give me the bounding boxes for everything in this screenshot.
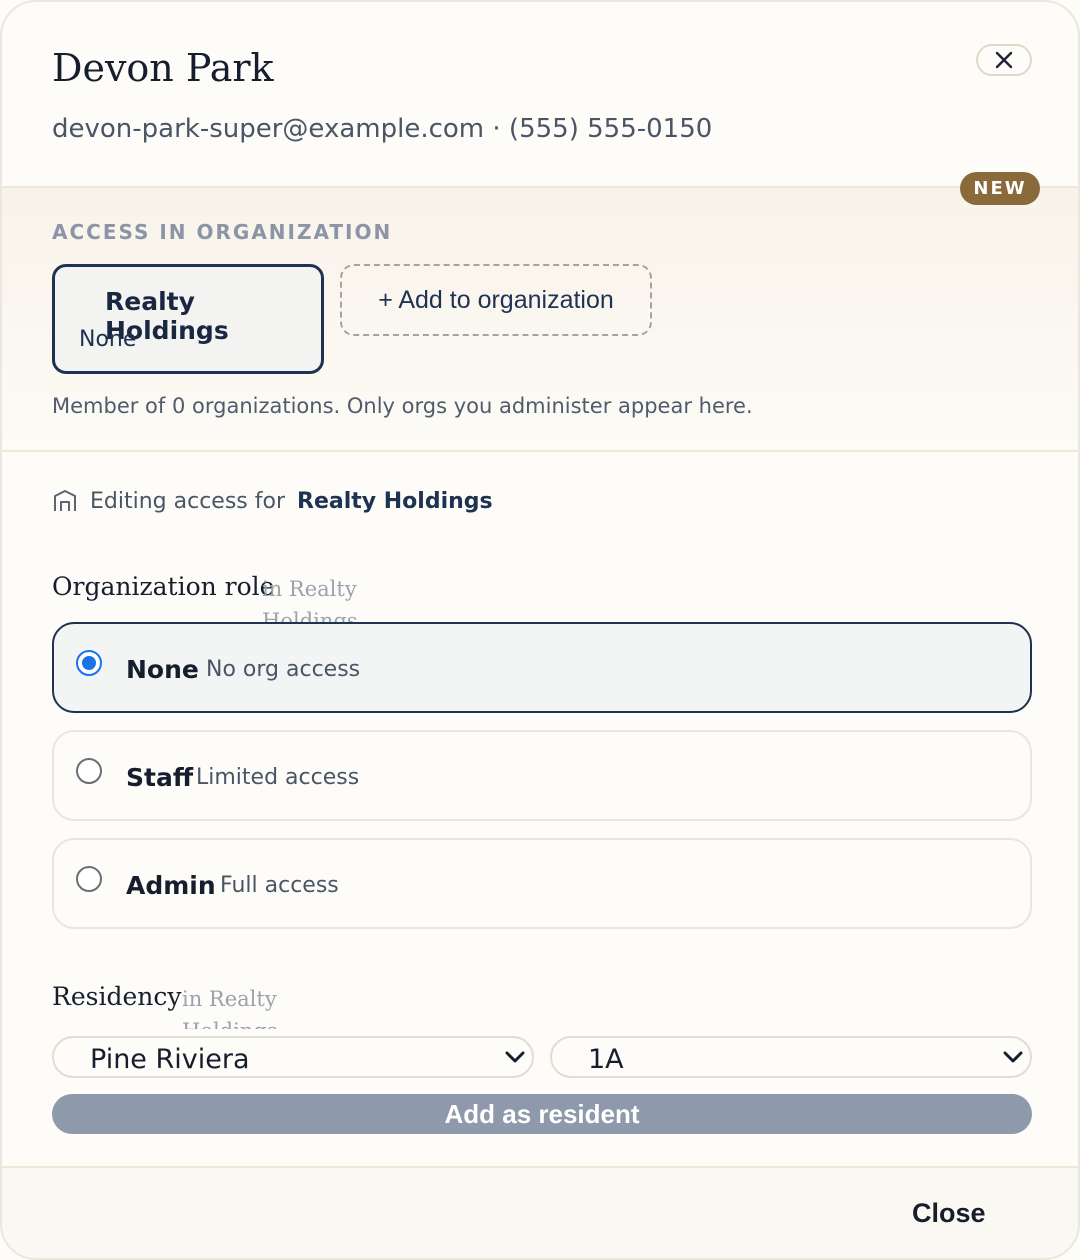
dialog-footer: Close (2, 1166, 1078, 1258)
role-option-staff[interactable]: Staff Limited access (52, 730, 1032, 821)
close-dialog-button[interactable] (976, 44, 1032, 76)
property-select[interactable]: Pine Riviera (52, 1036, 534, 1078)
add-to-organization-button[interactable]: + Add to organization (340, 264, 652, 336)
editing-prefix: Editing access for (90, 488, 285, 514)
editing-context: Editing access for Realty Holdings (52, 488, 493, 514)
role-desc: Limited access (196, 765, 360, 790)
chevron-down-icon (1003, 1051, 1023, 1063)
role-name: Staff (126, 763, 194, 792)
user-access-dialog: Devon Park devon-park-super@example.com … (0, 0, 1080, 1260)
property-select-value: Pine Riviera (90, 1044, 250, 1075)
close-button[interactable]: Close (912, 1198, 986, 1229)
add-as-resident-button[interactable]: Add as resident (52, 1094, 1032, 1134)
org-role-title: Organization role (52, 572, 275, 601)
user-name: Devon Park (52, 46, 274, 90)
user-contact: devon-park-super@example.com · (555) 555… (52, 114, 713, 144)
section-label: ACCESS IN ORGANIZATION (52, 220, 393, 244)
residency-scope: in Realty Holdings (182, 987, 278, 1029)
editing-org-name: Realty Holdings (297, 488, 493, 514)
unit-select-value: 1A (588, 1044, 624, 1075)
radio-staff[interactable] (76, 758, 102, 784)
org-membership-note: Member of 0 organizations. Only orgs you… (52, 394, 753, 418)
org-card-role: None (79, 327, 137, 352)
chevron-down-icon (505, 1051, 525, 1063)
org-card-realty-holdings[interactable]: Realty Holdings None (52, 264, 324, 374)
building-icon (54, 490, 76, 511)
role-desc: Full access (220, 873, 339, 898)
new-badge: NEW (960, 172, 1040, 205)
role-option-none[interactable]: None No org access (52, 622, 1032, 713)
radio-none[interactable] (76, 650, 102, 676)
unit-select[interactable]: 1A (550, 1036, 1032, 1078)
role-name: Admin (126, 871, 216, 900)
dialog-header: Devon Park devon-park-super@example.com … (2, 2, 1078, 188)
role-name: None (126, 655, 199, 684)
role-desc: No org access (206, 657, 361, 682)
radio-admin[interactable] (76, 866, 102, 892)
role-option-admin[interactable]: Admin Full access (52, 838, 1032, 929)
org-access-section: ACCESS IN ORGANIZATION Realty Holdings N… (2, 188, 1078, 452)
residency-title: Residency (52, 982, 182, 1011)
org-card-name: Realty Holdings (105, 287, 229, 345)
close-icon (995, 51, 1013, 69)
